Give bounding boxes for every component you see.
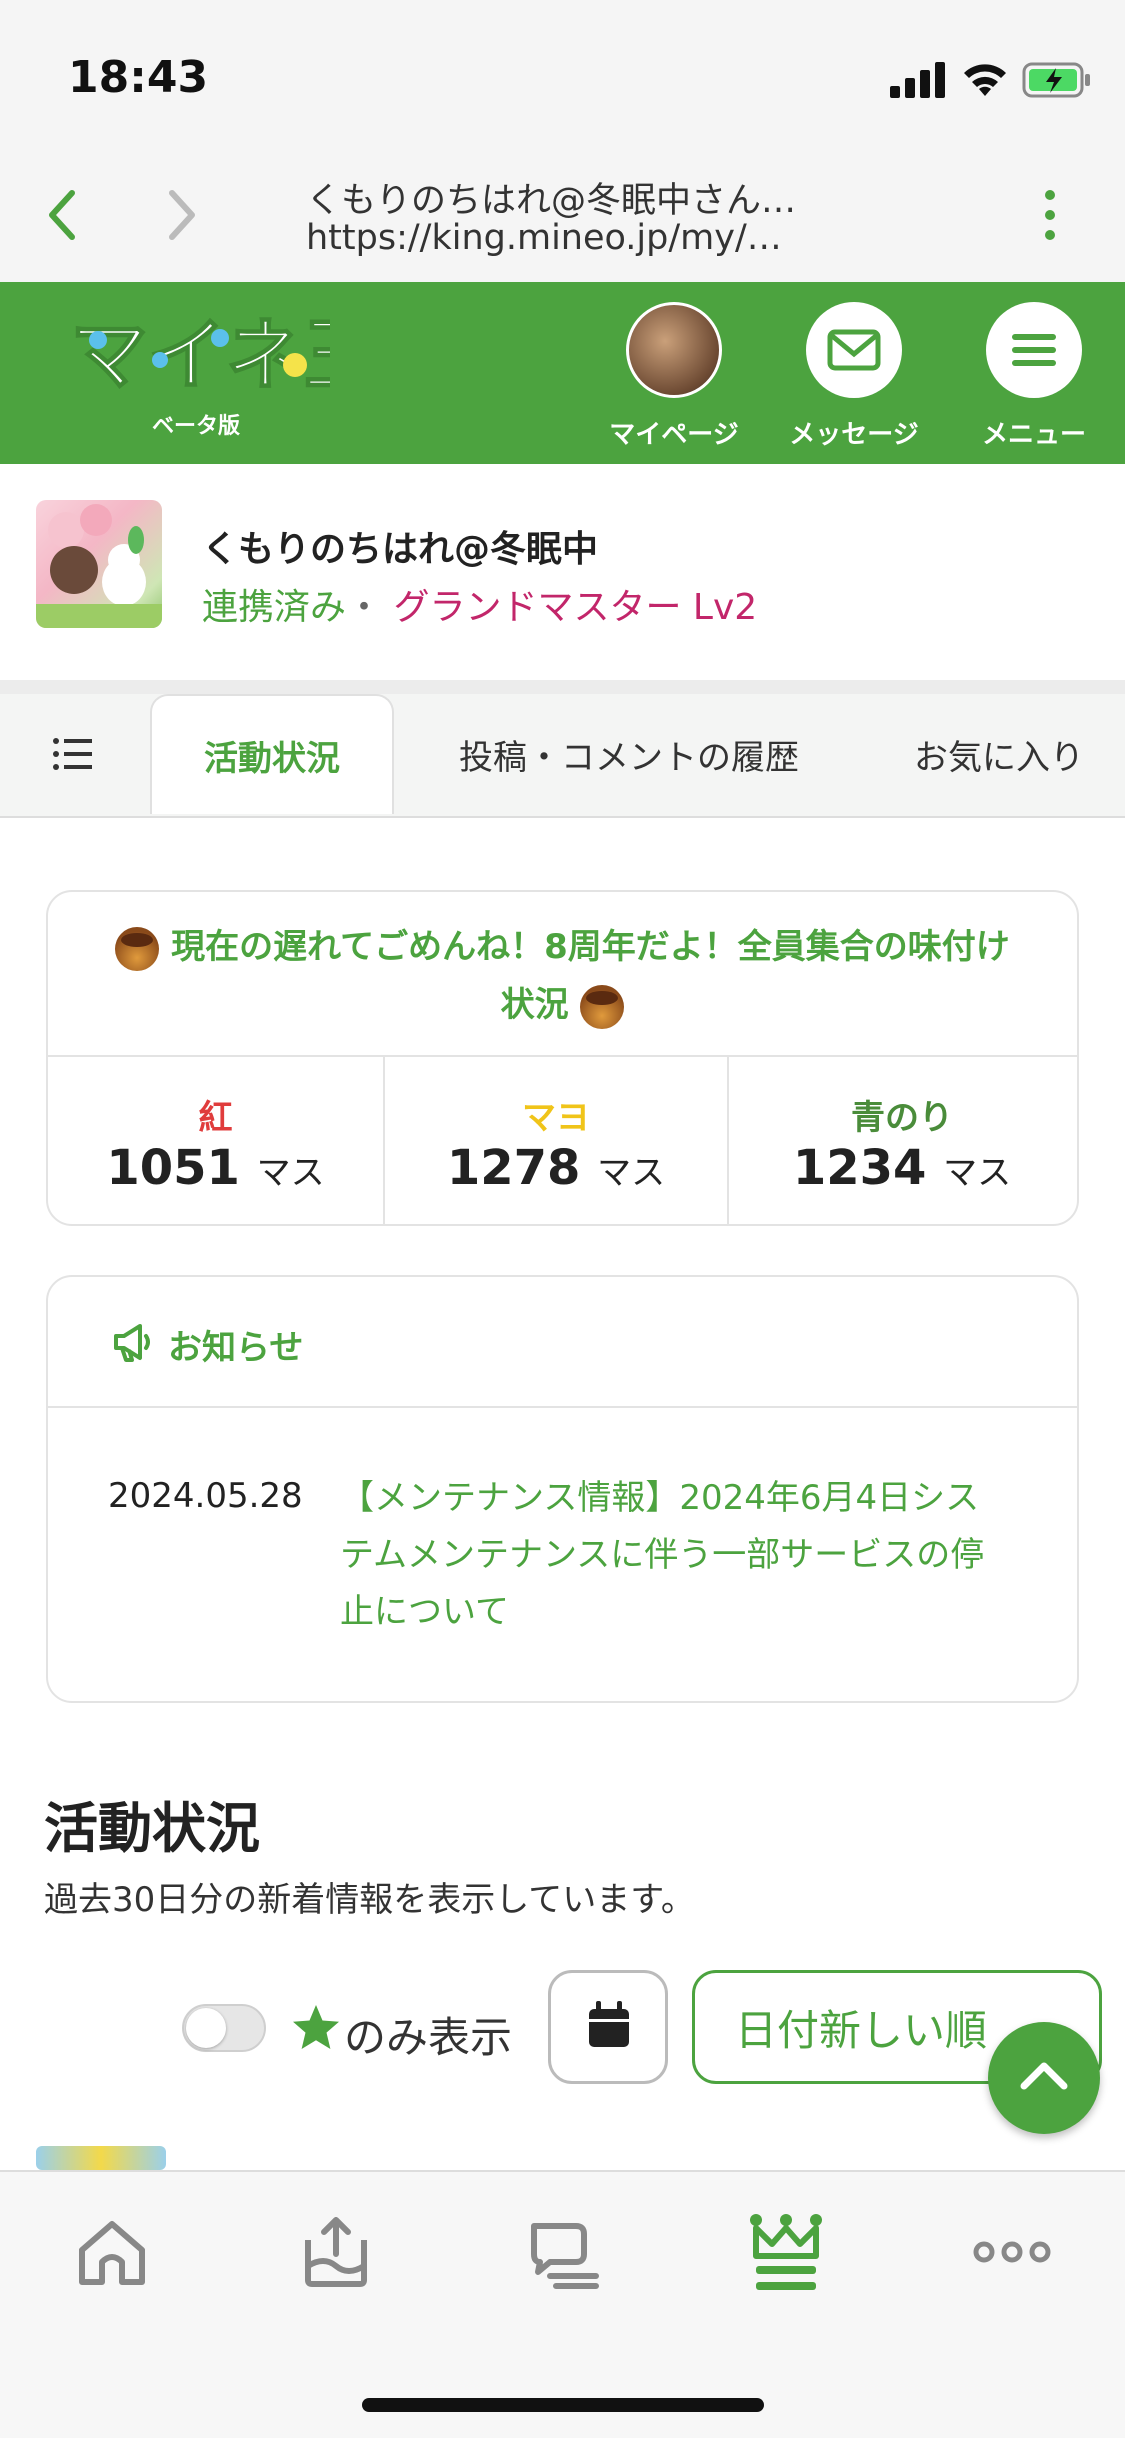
notice-divider xyxy=(48,1406,1077,1408)
list-icon xyxy=(53,738,92,770)
page-title[interactable]: くもりのちはれ@冬眠中さん… xyxy=(306,172,866,223)
tab-post-history[interactable]: 投稿・コメントの履歴 xyxy=(400,694,858,814)
notice-title: お知らせ xyxy=(168,1328,304,1368)
crown-icon[interactable] xyxy=(744,2210,828,2294)
wifi-icon xyxy=(964,64,1006,96)
message-label[interactable]: メッセージ xyxy=(764,414,944,451)
notice-link[interactable]: 【メンテナンス情報】2024年6月4日システムメンテナンスに伴う一部サービスの停… xyxy=(340,1470,1000,1641)
section-divider xyxy=(0,680,1125,694)
star-icon xyxy=(293,2005,339,2049)
mypage-label[interactable]: マイページ xyxy=(584,414,764,451)
score-label-red: 紅 xyxy=(198,1098,233,1138)
message-button[interactable] xyxy=(806,302,902,398)
campaign-title-line1: 現在の遅れてごめんね！8周年だよ！全員集合の味付け xyxy=(171,927,1010,967)
beta-label: ベータ版 xyxy=(152,414,241,439)
score-value-aonori: 1234 マス xyxy=(729,1140,1075,1196)
toggle-knob[interactable] xyxy=(186,2008,226,2048)
envelope-icon xyxy=(827,329,881,371)
status-time: 18:43 xyxy=(68,52,209,103)
score-unit: マス xyxy=(256,1153,325,1193)
score-label-mayo: マヨ xyxy=(522,1098,590,1138)
signal-icon xyxy=(890,62,945,98)
notice-date: 2024.05.28 xyxy=(108,1476,303,1516)
more-vertical-icon[interactable] xyxy=(1030,185,1070,245)
score-label-aonori: 青のり xyxy=(851,1098,953,1138)
tab-list-menu[interactable] xyxy=(0,694,144,814)
url-text[interactable]: https://king.mineo.jp/my/… xyxy=(306,218,866,258)
battery-icon xyxy=(1022,62,1090,98)
activity-subtitle: 過去30日分の新着情報を表示しています。 xyxy=(44,1880,695,1920)
calendar-button[interactable] xyxy=(548,1970,668,2084)
linked-status: 連携済み xyxy=(202,587,347,628)
campaign-title-line2: 状況 xyxy=(500,985,569,1025)
score-value-mayo: 1278 マス xyxy=(385,1140,727,1196)
home-indicator xyxy=(362,2398,764,2412)
hamburger-icon xyxy=(1012,334,1056,366)
campaign-title: 現在の遅れてごめんね！8周年だよ！全員集合の味付け 状況 xyxy=(80,918,1045,1034)
scroll-top-button[interactable] xyxy=(988,2022,1100,2134)
chevron-up-icon xyxy=(1020,2062,1068,2090)
profile-name: くもりのちはれ@冬眠中 xyxy=(202,529,599,570)
sort-label: 日付新しい順 xyxy=(735,2005,988,2055)
mineo-logo[interactable]: マイネ王 xyxy=(70,310,330,400)
calendar-icon xyxy=(589,2001,629,2047)
score-number: 1051 xyxy=(106,1140,240,1196)
score-number: 1234 xyxy=(792,1140,927,1196)
score-number: 1278 xyxy=(446,1140,581,1196)
menu-button[interactable] xyxy=(986,302,1082,398)
rank-link[interactable]: グランドマスター Lv2 xyxy=(393,587,757,628)
score-unit: マス xyxy=(943,1153,1012,1193)
separator: ・ xyxy=(346,587,383,628)
megaphone-icon xyxy=(114,1324,150,1362)
home-icon[interactable] xyxy=(70,2210,154,2294)
forward-arrow-icon[interactable] xyxy=(162,185,202,245)
upload-icon[interactable] xyxy=(294,2210,378,2294)
menu-label[interactable]: メニュー xyxy=(944,414,1124,451)
tab-favorites[interactable]: お気に入り xyxy=(864,694,1125,814)
mypage-avatar[interactable] xyxy=(626,302,722,398)
profile-avatar[interactable] xyxy=(36,500,162,628)
back-arrow-icon[interactable] xyxy=(42,185,82,245)
chat-icon[interactable] xyxy=(520,2210,604,2294)
takoyaki-icon xyxy=(115,926,160,971)
score-unit: マス xyxy=(597,1153,666,1193)
campaign-divider xyxy=(48,1055,1077,1057)
avatar-illustration xyxy=(36,504,162,628)
tab-activity[interactable]: 活動状況 xyxy=(150,694,394,814)
score-value-red: 1051 マス xyxy=(48,1140,383,1196)
activity-heading: 活動状況 xyxy=(44,1797,260,1860)
takoyaki-icon xyxy=(580,984,625,1029)
only-show-label: のみ表示 xyxy=(344,2013,513,2062)
more-icon[interactable] xyxy=(970,2210,1054,2294)
activity-item-thumbnail[interactable] xyxy=(36,2146,166,2170)
profile-status: 連携済み・ グランドマスター Lv2 xyxy=(202,578,757,630)
